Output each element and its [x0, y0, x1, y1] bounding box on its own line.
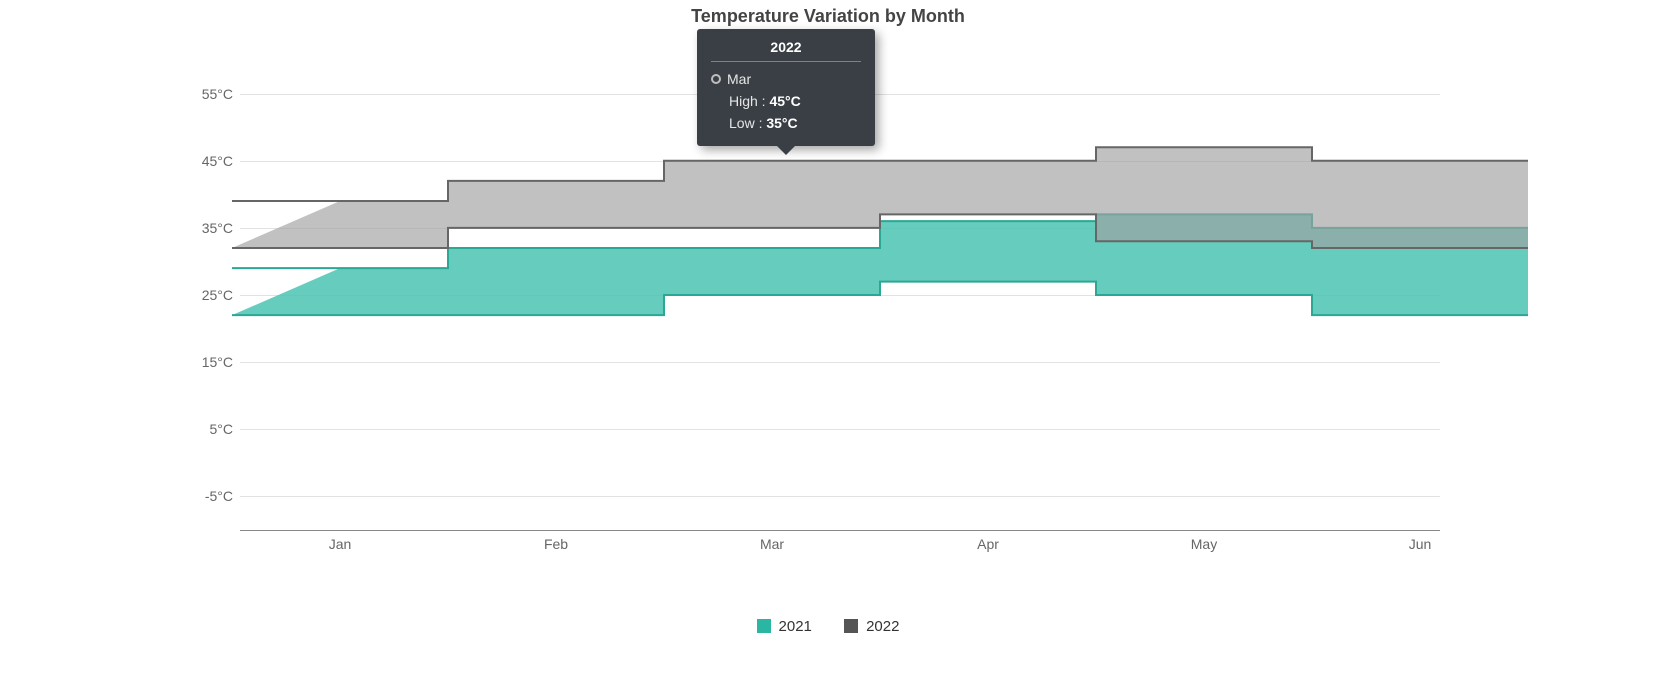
- tooltip-high-value: 45°C: [769, 93, 800, 109]
- legend: 2021 2022: [0, 618, 1656, 638]
- y-axis-tick-label: 25°C: [185, 287, 233, 303]
- y-axis-tick-label: 5°C: [185, 421, 233, 437]
- legend-label: 2021: [779, 618, 812, 635]
- x-axis-tick-label: Jun: [1409, 536, 1432, 552]
- y-axis-tick-label: 55°C: [185, 86, 233, 102]
- x-axis-tick-label: Apr: [977, 536, 999, 552]
- tooltip-low-label: Low :: [729, 115, 762, 131]
- legend-swatch-icon: [844, 619, 858, 633]
- legend-swatch-icon: [757, 619, 771, 633]
- legend-item-2022[interactable]: 2022: [844, 618, 899, 635]
- tooltip-low-value: 35°C: [766, 115, 797, 131]
- chart-title: Temperature Variation by Month: [0, 6, 1656, 27]
- x-axis-tick-label: May: [1191, 536, 1217, 552]
- legend-item-2021[interactable]: 2021: [757, 618, 812, 635]
- y-axis-tick-label: -5°C: [185, 488, 233, 504]
- legend-label: 2022: [866, 618, 899, 635]
- tooltip-marker-icon: [711, 74, 721, 84]
- x-axis-line: [240, 530, 1440, 531]
- tooltip-series-name: 2022: [711, 39, 861, 62]
- x-axis-tick-label: Feb: [544, 536, 568, 552]
- y-axis-tick-label: 15°C: [185, 354, 233, 370]
- tooltip: 2022 Mar High : 45°C Low : 35°C: [697, 29, 875, 146]
- chart-container: Temperature Variation by Month -5°C 5°C 15…: [0, 0, 1656, 679]
- tooltip-high-label: High :: [729, 93, 766, 109]
- x-axis-tick-label: Jan: [329, 536, 352, 552]
- y-axis-tick-label: 35°C: [185, 220, 233, 236]
- tooltip-category: Mar: [727, 68, 751, 90]
- x-axis-tick-label: Mar: [760, 536, 784, 552]
- y-axis-tick-label: 45°C: [185, 153, 233, 169]
